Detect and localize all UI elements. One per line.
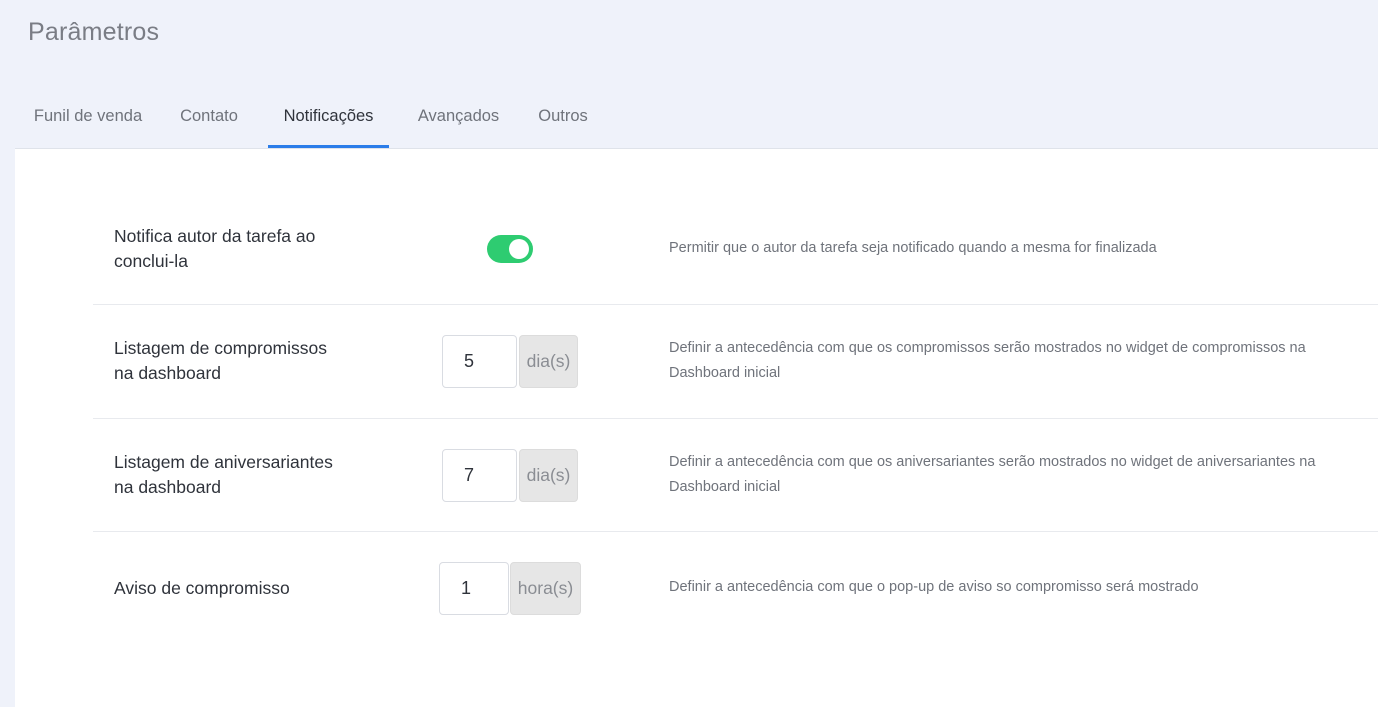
setting-row-appointment-alert: Aviso de compromisso hora(s) Definir a a… <box>93 532 1378 652</box>
days-unit-addon: dia(s) <box>519 335 578 388</box>
setting-label: Notifica autor da tarefa ao conclui-la <box>114 226 316 271</box>
setting-label: Aviso de compromisso <box>114 578 290 598</box>
page-title: Parâmetros <box>28 18 160 46</box>
days-unit-addon: dia(s) <box>519 449 578 502</box>
birthdays-days-input[interactable] <box>442 449 517 502</box>
setting-description: Definir a antecedência com que o pop-up … <box>669 579 1199 595</box>
tab-contato[interactable]: Contato <box>169 90 249 148</box>
setting-description: Definir a antecedência com que os compro… <box>669 340 1306 381</box>
appointment-alert-hours-input[interactable] <box>439 562 509 615</box>
tab-bar: Funil de venda Contato Notificações Avan… <box>15 90 1378 148</box>
appointments-days-input[interactable] <box>442 335 517 388</box>
tab-notificacoes[interactable]: Notificações <box>268 90 389 148</box>
tab-outros[interactable]: Outros <box>528 90 598 148</box>
setting-label: Listagem de aniversariantes na dashboard <box>114 452 333 497</box>
setting-label: Listagem de compromissos na dashboard <box>114 338 327 383</box>
setting-row-appointments-list: Listagem de compromissos na dashboard di… <box>93 305 1378 419</box>
setting-row-notify-author: Notifica autor da tarefa ao conclui-la P… <box>93 149 1378 305</box>
tab-avancados[interactable]: Avançados <box>408 90 509 148</box>
hours-unit-addon: hora(s) <box>510 562 581 615</box>
tab-funil-de-venda[interactable]: Funil de venda <box>15 90 161 148</box>
settings-panel: Notifica autor da tarefa ao conclui-la P… <box>15 148 1378 707</box>
setting-row-birthdays-list: Listagem de aniversariantes na dashboard… <box>93 419 1378 532</box>
toggle-knob <box>509 239 529 259</box>
setting-description: Permitir que o autor da tarefa seja noti… <box>669 240 1157 256</box>
setting-description: Definir a antecedência com que os aniver… <box>669 454 1316 495</box>
notify-author-toggle[interactable] <box>487 235 533 263</box>
